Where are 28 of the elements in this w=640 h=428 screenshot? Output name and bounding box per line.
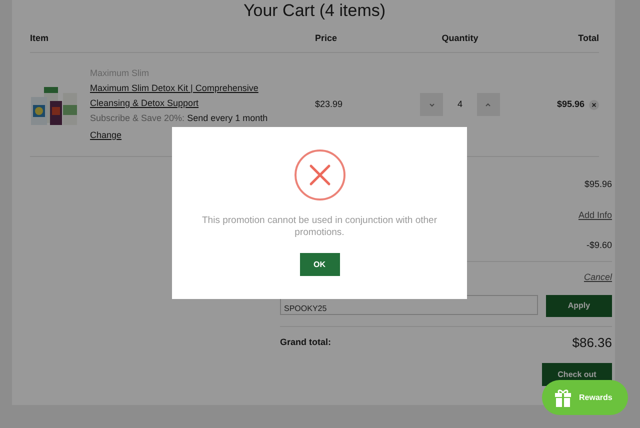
increase-button[interactable] [476, 93, 500, 116]
subscription-frequency: Send every 1 month [187, 113, 268, 123]
subtotal-value: $95.96 [584, 178, 612, 191]
error-icon [294, 149, 346, 201]
column-header: Quantity [440, 32, 480, 45]
gift-icon [555, 388, 571, 406]
cancel-link[interactable]: Cancel [584, 270, 612, 284]
add-info-link[interactable]: Add Info [578, 208, 612, 222]
column-header: Price [315, 32, 338, 45]
decrease-button[interactable] [420, 93, 443, 116]
grand-total-label: Grand total: [280, 336, 331, 350]
ok-button[interactable]: OK [300, 253, 340, 276]
quantity-value: 4 [457, 98, 462, 111]
chevron-down-icon [428, 102, 434, 106]
chevron-up-icon [485, 102, 492, 106]
dialog-message: This promotion cannot be used in conjunction with other promotions. [201, 215, 438, 239]
line-total: $95.96 [556, 98, 584, 111]
apply-button[interactable]: Apply [546, 295, 612, 317]
change-link[interactable]: Change [90, 128, 122, 143]
discount-value: -$9.60 [586, 239, 612, 252]
subscription-label: Subscribe & Save 20%: [90, 113, 185, 123]
column-header: Item [30, 32, 50, 45]
grand-total-value: $86.36 [572, 334, 612, 352]
column-header: Total [577, 32, 599, 45]
price-text: $23.99 [315, 98, 344, 111]
cart-title: Your Cart (4 items) [242, 0, 387, 22]
close-icon[interactable] [589, 100, 599, 110]
product-link[interactable]: Maximum Slim Detox Kit | Comprehensive Cleansing & Detox Support [90, 81, 268, 111]
